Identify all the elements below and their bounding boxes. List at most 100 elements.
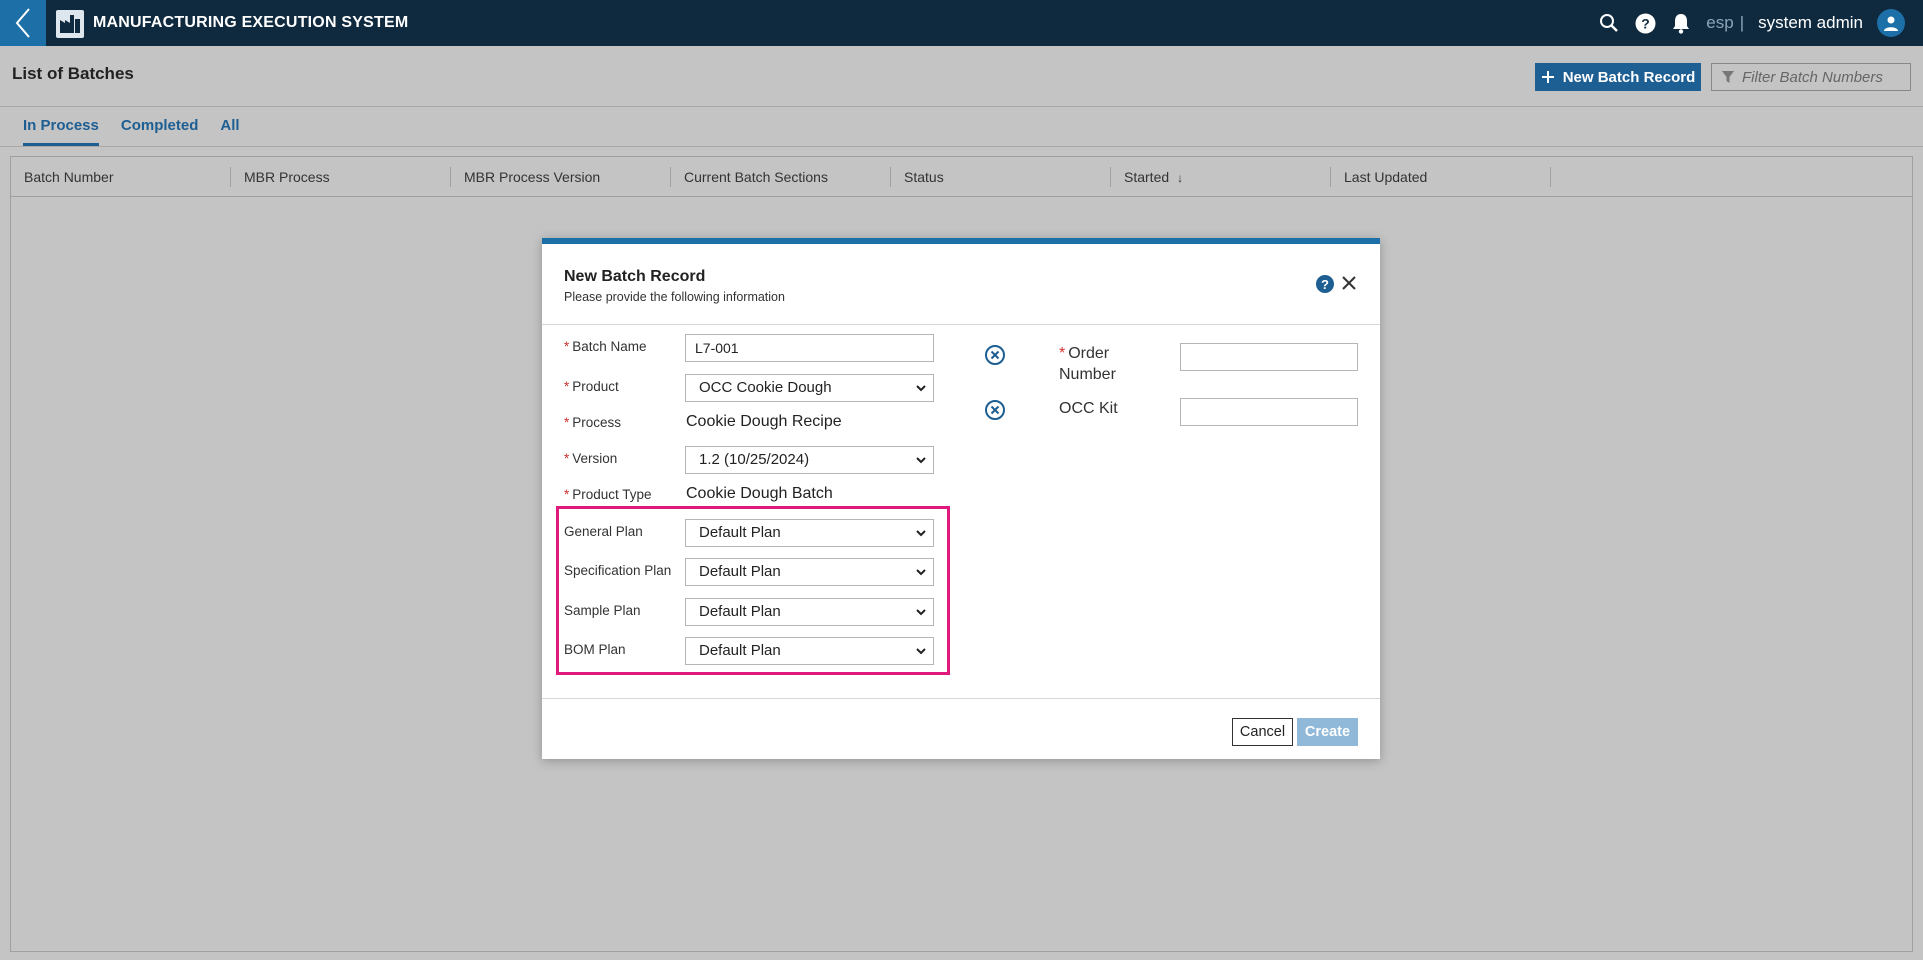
- new-batch-record-button[interactable]: New Batch Record: [1535, 63, 1701, 91]
- bell-icon[interactable]: [1670, 12, 1692, 34]
- label-text: Product: [572, 379, 619, 394]
- tab-in-process[interactable]: In Process: [23, 117, 99, 146]
- required-mark: *: [564, 339, 570, 354]
- header-actions: ? esp | system admin: [1598, 0, 1905, 46]
- label-text: Version: [572, 451, 618, 466]
- bom-plan-select[interactable]: Default Plan: [685, 637, 934, 665]
- label-text: Order: [1068, 345, 1110, 362]
- required-mark: *: [564, 487, 570, 502]
- select-value: Default Plan: [699, 563, 781, 580]
- filter-box[interactable]: [1711, 63, 1911, 91]
- divider: [542, 324, 1380, 325]
- column-header-mbr-process[interactable]: MBR Process: [231, 157, 451, 197]
- select-value: Default Plan: [699, 524, 781, 541]
- column-header-last-updated[interactable]: Last Updated: [1331, 157, 1551, 197]
- create-button[interactable]: Create: [1297, 718, 1358, 746]
- product-select[interactable]: OCC Cookie Dough: [685, 374, 934, 402]
- order-number-input[interactable]: [1180, 343, 1358, 371]
- select-value: OCC Cookie Dough: [699, 379, 832, 396]
- occ-kit-label: OCC Kit: [1059, 400, 1118, 417]
- sort-descending-icon[interactable]: ↓: [1177, 158, 1183, 198]
- general-plan-label: General Plan: [564, 524, 643, 539]
- column-header-mbr-process-version[interactable]: MBR Process Version: [451, 157, 671, 197]
- general-plan-select[interactable]: Default Plan: [685, 519, 934, 547]
- process-label: * Process: [564, 415, 621, 430]
- dialog-subtitle: Please provide the following information: [564, 290, 785, 304]
- column-label: MBR Process Version: [464, 169, 601, 185]
- close-icon[interactable]: [1338, 272, 1360, 294]
- batch-name-input[interactable]: [685, 334, 934, 362]
- column-label: MBR Process: [244, 169, 330, 185]
- chevron-down-icon: [916, 569, 926, 576]
- new-batch-record-label: New Batch Record: [1562, 68, 1696, 86]
- table-header: Batch Number MBR Process MBR Process Ver…: [11, 157, 1912, 197]
- required-mark: *: [564, 415, 570, 430]
- help-icon[interactable]: ?: [1316, 275, 1334, 293]
- required-mark: *: [1059, 345, 1066, 362]
- column-label: Status: [904, 169, 944, 185]
- version-select[interactable]: 1.2 (10/25/2024): [685, 446, 934, 474]
- bom-plan-label: BOM Plan: [564, 642, 626, 657]
- label-text: Process: [572, 415, 622, 430]
- select-value: Default Plan: [699, 603, 781, 620]
- divider: [542, 698, 1380, 699]
- dialog-title: New Batch Record: [564, 268, 706, 285]
- required-mark: *: [564, 379, 570, 394]
- select-value: Default Plan: [699, 642, 781, 659]
- label-text: Batch Name: [572, 339, 647, 354]
- chevron-down-icon: [916, 457, 926, 464]
- column-label: Last Updated: [1344, 169, 1428, 185]
- chevron-down-icon: [916, 648, 926, 655]
- status-tabs: In Process Completed All: [23, 117, 240, 146]
- divider: [0, 146, 1923, 147]
- product-type-label: * Product Type: [564, 487, 652, 502]
- filter-batch-numbers-input[interactable]: [1742, 68, 1902, 86]
- filter-icon: [1722, 70, 1734, 83]
- header-separator: |: [1739, 13, 1745, 32]
- chevron-down-icon: [916, 530, 926, 537]
- user-avatar-icon[interactable]: [1877, 9, 1905, 37]
- chevron-left-icon: [15, 8, 30, 38]
- version-label: * Version: [564, 451, 617, 466]
- user-name[interactable]: system admin: [1758, 13, 1863, 33]
- divider: [0, 106, 1923, 107]
- sample-plan-label: Sample Plan: [564, 603, 641, 618]
- new-batch-record-dialog: New Batch Record Please provide the foll…: [542, 238, 1380, 759]
- chevron-down-icon: [916, 609, 926, 616]
- batch-name-label: * Batch Name: [564, 339, 647, 354]
- column-header-current-batch-sections[interactable]: Current Batch Sections: [671, 157, 891, 197]
- factory-logo-icon: [56, 10, 84, 38]
- select-value: 1.2 (10/25/2024): [699, 451, 810, 468]
- process-value: Cookie Dough Recipe: [686, 413, 842, 430]
- page-title: List of Batches: [12, 64, 134, 83]
- specification-plan-label: Specification Plan: [564, 563, 672, 578]
- product-label: * Product: [564, 379, 619, 394]
- clear-occ-kit-icon[interactable]: [984, 399, 1006, 421]
- app-title: MANUFACTURING EXECUTION SYSTEM: [93, 14, 409, 31]
- language-toggle[interactable]: esp: [1706, 13, 1733, 33]
- search-icon[interactable]: [1598, 12, 1620, 34]
- back-button[interactable]: [0, 0, 46, 46]
- column-header-status[interactable]: Status: [891, 157, 1111, 197]
- occ-kit-input[interactable]: [1180, 398, 1358, 426]
- specification-plan-select[interactable]: Default Plan: [685, 558, 934, 586]
- top-bar: MANUFACTURING EXECUTION SYSTEM ? esp | s…: [0, 0, 1923, 46]
- plus-icon: [1541, 71, 1554, 83]
- column-label: Current Batch Sections: [684, 169, 828, 185]
- cancel-button[interactable]: Cancel: [1232, 718, 1293, 746]
- column-header-started[interactable]: Started ↓: [1111, 157, 1331, 197]
- svg-text:?: ?: [1641, 15, 1650, 31]
- column-label: Started: [1124, 169, 1170, 185]
- help-icon[interactable]: ?: [1634, 12, 1656, 34]
- label-text: Product Type: [572, 487, 652, 502]
- label-text: Number: [1059, 366, 1116, 383]
- tab-completed[interactable]: Completed: [121, 117, 199, 146]
- sample-plan-select[interactable]: Default Plan: [685, 598, 934, 626]
- required-mark: *: [564, 451, 570, 466]
- clear-order-number-icon[interactable]: [984, 344, 1006, 366]
- column-header-batch-number[interactable]: Batch Number: [11, 157, 231, 197]
- column-label: Batch Number: [24, 169, 114, 185]
- order-number-label: * Order Number: [1059, 343, 1116, 385]
- chevron-down-icon: [916, 385, 926, 392]
- tab-all[interactable]: All: [220, 117, 239, 146]
